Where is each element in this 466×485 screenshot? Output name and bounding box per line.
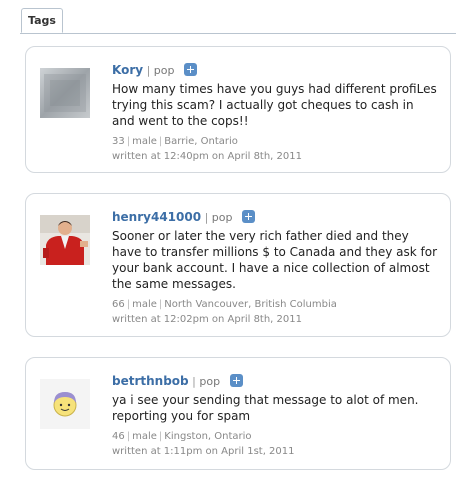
- tab-tags[interactable]: Tags: [21, 8, 63, 33]
- relation-label: pop: [211, 211, 233, 224]
- user-info: 46 | male | Kingston, Ontario: [112, 431, 252, 442]
- separator: |: [204, 211, 209, 224]
- tab-bar: Tags: [0, 0, 466, 34]
- comment-card: Kory | pop How many times have you guys …: [25, 46, 451, 173]
- user-info: 33 | male | Barrie, Ontario: [112, 136, 238, 147]
- relation-label: pop: [153, 64, 175, 77]
- user-age: 66: [112, 299, 125, 310]
- comment-message: ya i see your sending that message to al…: [112, 393, 419, 423]
- comment-timestamp: written at 12:40pm on April 8th, 2011: [112, 151, 302, 162]
- relation-label: pop: [199, 375, 221, 388]
- user-gender: male: [132, 299, 157, 310]
- user-gender: male: [132, 136, 157, 147]
- user-location: Kingston, Ontario: [164, 431, 252, 442]
- user-location: Barrie, Ontario: [164, 136, 238, 147]
- tab-divider: [20, 33, 456, 34]
- user-age: 33: [112, 136, 125, 147]
- separator: |: [192, 375, 196, 388]
- comment-card: henry441000 | pop Sooner or later the ve…: [25, 193, 451, 337]
- avatar[interactable]: [40, 379, 90, 429]
- username-link[interactable]: Kory: [112, 63, 143, 77]
- comment-message: How many times have you guys had differe…: [112, 82, 437, 128]
- comment-timestamp: written at 1:11pm on April 1st, 2011: [112, 446, 295, 457]
- comment-card: betrthnbob | pop ya i see your sending t…: [25, 357, 451, 470]
- user-age: 46: [112, 431, 125, 442]
- add-plus-icon[interactable]: [184, 63, 197, 76]
- comment-message: Sooner or later the very rich father die…: [112, 229, 438, 291]
- user-info: 66 | male | North Vancouver, British Columbi…: [112, 299, 337, 310]
- comment-timestamp: written at 12:02pm on April 8th, 2011: [112, 314, 302, 325]
- user-gender: male: [132, 431, 157, 442]
- add-plus-icon[interactable]: [241, 210, 255, 223]
- avatar[interactable]: [40, 68, 90, 118]
- user-location: North Vancouver, British Columbia: [164, 299, 337, 310]
- username-link[interactable]: betrthnbob: [112, 374, 189, 388]
- avatar[interactable]: [40, 215, 90, 265]
- separator: |: [146, 64, 151, 77]
- username-link[interactable]: henry441000: [112, 210, 201, 224]
- add-plus-icon[interactable]: [229, 374, 243, 387]
